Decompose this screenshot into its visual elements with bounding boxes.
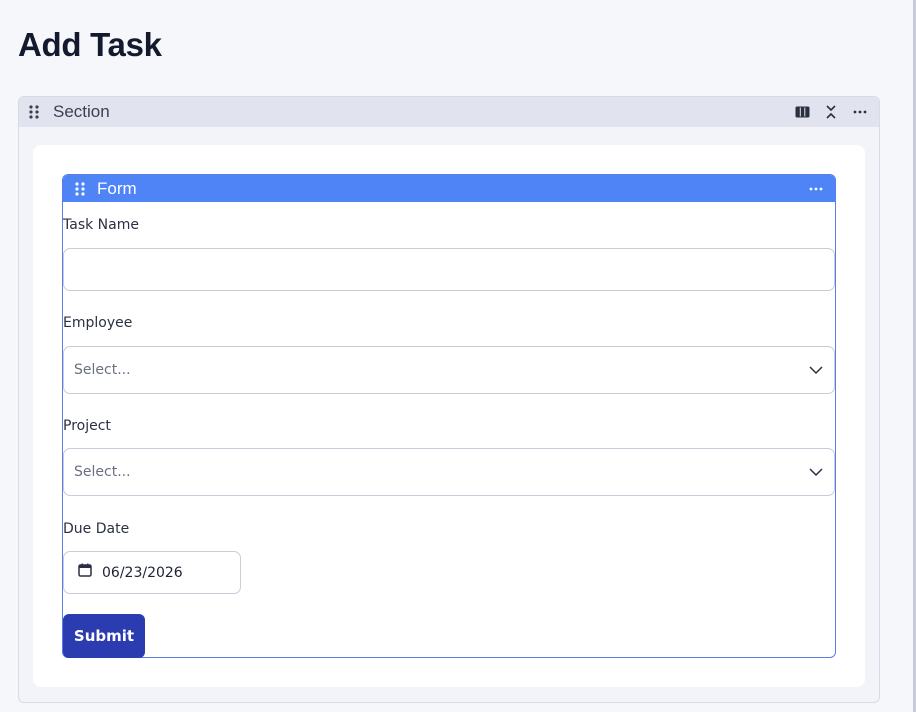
page-title: Add Task	[18, 26, 162, 63]
more-icon[interactable]	[851, 103, 869, 121]
section-header: Section	[19, 97, 879, 127]
drag-handle-icon[interactable]	[29, 105, 39, 119]
form-title: Form	[97, 178, 137, 198]
columns-icon[interactable]	[793, 103, 811, 121]
task-name-label: Task Name	[63, 217, 139, 233]
submit-button[interactable]: Submit	[63, 614, 145, 658]
page: Add Task Section Form Task Name Employee…	[0, 0, 916, 712]
form-container: Form Task Name Employee Select... Projec…	[62, 174, 836, 658]
project-select-value: Select...	[74, 464, 131, 480]
collapse-icon[interactable]	[822, 103, 840, 121]
employee-select[interactable]: Select...	[63, 346, 835, 394]
employee-select-value: Select...	[74, 362, 131, 378]
calendar-icon	[78, 563, 92, 582]
due-date-label: Due Date	[63, 521, 130, 537]
due-date-input[interactable]: 06/23/2026	[63, 551, 241, 594]
project-label: Project	[63, 418, 111, 434]
chevron-down-icon	[808, 464, 824, 480]
form-header: Form	[63, 175, 835, 202]
chevron-down-icon	[808, 362, 824, 378]
drag-handle-icon[interactable]	[75, 181, 85, 196]
task-name-input[interactable]	[63, 248, 835, 291]
project-select[interactable]: Select...	[63, 448, 835, 496]
more-icon[interactable]	[807, 180, 825, 198]
section-body: Form Task Name Employee Select... Projec…	[33, 145, 865, 687]
due-date-value: 06/23/2026	[102, 564, 183, 581]
section-container: Section Form Task Name Employee Select..…	[18, 96, 880, 703]
employee-label: Employee	[63, 315, 133, 331]
section-title: Section	[53, 102, 110, 121]
